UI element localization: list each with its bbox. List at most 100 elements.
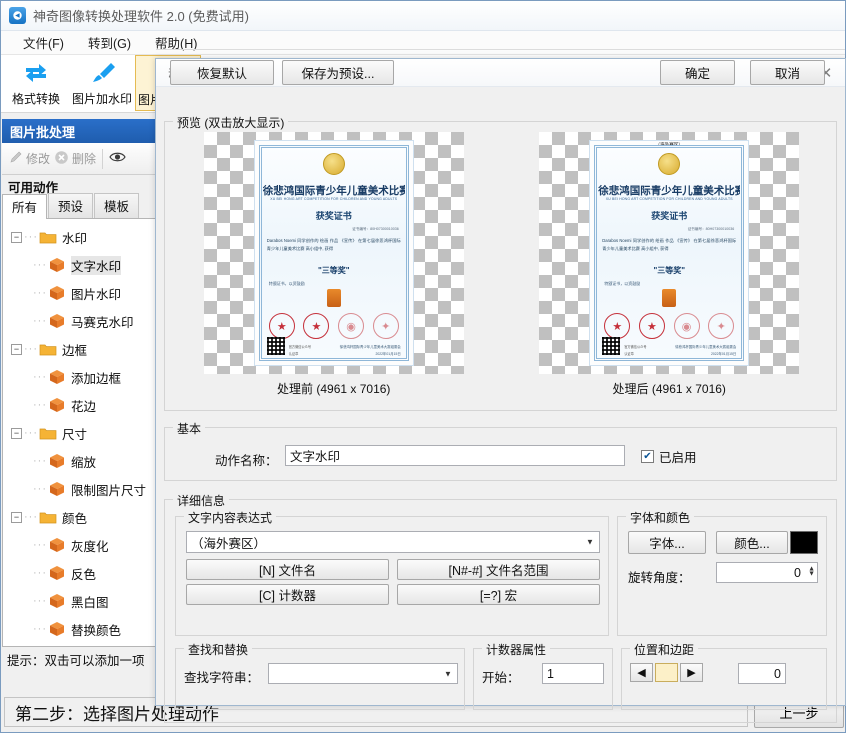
color-button[interactable]: 颜色...	[716, 531, 788, 554]
box-icon	[48, 592, 66, 610]
collapse-icon[interactable]: −	[11, 231, 22, 243]
enabled-checkbox[interactable]: ✔	[641, 450, 654, 463]
spinner-arrows-icon[interactable]: ▲ ▼	[808, 565, 815, 578]
seal-icon: ★	[303, 313, 330, 339]
preview-group: 预览 (双击放大显示) 徐悲鸿国际青少年儿童美术比赛 XU BEI HONG A…	[164, 114, 838, 411]
tree-item-grayscale[interactable]: ··· 灰度化	[3, 531, 161, 559]
certificate-footer-left-2: 认证章	[624, 352, 634, 356]
insert-macro-button[interactable]: [=?] 宏	[397, 584, 600, 605]
certificate-number: 证书编号：80H07300010036	[352, 227, 399, 231]
preview-eye-button[interactable]	[109, 150, 126, 167]
tree-line: ···	[33, 315, 47, 327]
toolbar-add-watermark[interactable]: 图片加水印	[69, 55, 135, 111]
certificate-heading: 获奖证书	[651, 211, 688, 221]
tab-all[interactable]: 所有	[2, 194, 48, 219]
tree-item-mosaic-watermark[interactable]: ··· 马赛克水印	[3, 307, 161, 335]
detail-group: 详细信息 文字内容表达式 （海外赛区） ▼ [N] 文件名 [N#-#] 文件名…	[164, 492, 837, 723]
tree-folder-border[interactable]: − ··· 边框	[3, 335, 161, 363]
collapse-icon[interactable]: −	[11, 343, 22, 355]
tree-line: ···	[24, 511, 38, 523]
toolbar-add-watermark-label: 图片加水印	[71, 92, 132, 106]
collapse-icon[interactable]: −	[11, 511, 22, 523]
chevron-down-icon[interactable]: ▼	[583, 538, 597, 547]
tab-presets[interactable]: 预设	[48, 193, 94, 218]
insert-filename-range-button[interactable]: [N#-#] 文件名范围	[397, 559, 600, 580]
tree-item-scale[interactable]: ··· 缩放	[3, 447, 161, 475]
box-icon	[48, 564, 66, 582]
folder-icon	[39, 510, 57, 524]
tree-folder-color[interactable]: − ··· 颜色	[3, 503, 161, 531]
certificate-footer-right-2: 2022年01月15日	[710, 352, 737, 356]
tree-item-replace-color[interactable]: ··· 替换颜色	[3, 615, 161, 643]
app-logo-icon	[9, 7, 26, 24]
left-panel-toolbar: 修改 删除	[2, 143, 162, 175]
certificate-figure	[662, 289, 677, 307]
tree-line: ···	[33, 455, 47, 467]
tree-item-text-watermark[interactable]: ··· 文字水印	[3, 251, 161, 279]
tree-item-black-white[interactable]: ··· 黑白图	[3, 587, 161, 615]
tree-item-lace[interactable]: ··· 花边	[3, 391, 161, 419]
counter-start-label: 开始：	[482, 671, 520, 685]
tree-item-add-border[interactable]: ··· 添加边框	[3, 363, 161, 391]
tree-item-invert[interactable]: ··· 反色	[3, 559, 161, 587]
menu-goto[interactable]: 转到(G)	[76, 30, 143, 55]
tree-line: ···	[33, 287, 47, 299]
certificate-body: Darabos Noemi 同学创作的 绘画 作品 《宣传》 在第七届徐悲鸿杯国…	[266, 238, 401, 251]
tree-item-image-watermark[interactable]: ··· 图片水印	[3, 279, 161, 307]
tree-item-lace-label: 花边	[71, 399, 97, 414]
tree-item-text-watermark-label: 文字水印	[71, 255, 122, 275]
certificate-footer-right-2: 2022年01月15日	[375, 352, 401, 356]
restore-default-button[interactable]: 恢复默认	[170, 60, 274, 85]
tree-item-grayscale-label: 灰度化	[71, 539, 109, 554]
seal-icon: ★	[638, 313, 665, 339]
tree-item-replace-color-label: 替换颜色	[71, 623, 122, 638]
action-tree[interactable]: − ··· 水印 ··· 文字水印 ··· 图片水印 ··· 马赛克水印 − ·…	[2, 219, 162, 647]
toolbar-format-convert-label: 格式转换	[11, 92, 60, 106]
tree-folder-border-label: 边框	[62, 343, 88, 358]
align-center-button[interactable]	[655, 663, 678, 682]
detail-group-title: 详细信息	[173, 492, 230, 509]
align-right-button[interactable]: ▶	[680, 663, 703, 682]
certificate-footer-left-2: 认证章	[288, 352, 299, 356]
insert-filename-button[interactable]: [N] 文件名	[186, 559, 389, 580]
font-button[interactable]: 字体...	[628, 531, 706, 554]
eye-icon	[109, 150, 126, 167]
color-swatch[interactable]	[790, 531, 818, 554]
rotation-spinner[interactable]: 0 ▲ ▼	[716, 562, 818, 583]
counter-start-input[interactable]: 1	[542, 663, 604, 684]
cancel-button[interactable]: 取消	[750, 60, 825, 85]
save-preset-button[interactable]: 保存为预设...	[282, 60, 394, 85]
transparency-checker: （海外赛区） 徐悲鸿国际青少年儿童美术比赛 XU BEI HONG ART CO…	[539, 132, 800, 374]
brush-icon	[88, 58, 116, 88]
insert-counter-button[interactable]: [C] 计数器	[186, 584, 389, 605]
delete-action-button[interactable]: 删除	[54, 150, 96, 168]
margin-input[interactable]: 0	[738, 663, 786, 684]
toolbar-format-convert[interactable]: 格式转换	[3, 55, 69, 111]
tree-folder-watermark[interactable]: − ··· 水印	[3, 223, 161, 251]
text-expression-combo[interactable]: （海外赛区） ▼	[186, 531, 600, 553]
ok-button[interactable]: 确定	[660, 60, 735, 85]
tree-item-limit-size[interactable]: ··· 限制图片尺寸	[3, 475, 161, 503]
box-icon	[48, 312, 66, 330]
delete-circle-icon	[54, 150, 69, 168]
align-left-button[interactable]: ◀	[630, 663, 653, 682]
tree-hint: 提示：双击可以添加一项	[2, 647, 162, 671]
preview-after-pane[interactable]: （海外赛区） 徐悲鸿国际青少年儿童美术比赛 XU BEI HONG ART CO…	[502, 129, 838, 377]
tree-line: ···	[33, 399, 47, 411]
seal-icon: ★	[268, 313, 295, 339]
position-margin-title: 位置和边距	[630, 641, 699, 658]
delete-action-label: 删除	[72, 152, 97, 166]
tab-templates[interactable]: 模板	[94, 193, 140, 218]
transparency-checker: 徐悲鸿国际青少年儿童美术比赛 XU BEI HONG ART COMPETITI…	[203, 132, 464, 374]
enabled-checkbox-wrapper[interactable]: ✔ 已启用	[641, 447, 697, 466]
certificate-image: 徐悲鸿国际青少年儿童美术比赛 XU BEI HONG ART COMPETITI…	[253, 140, 414, 366]
find-string-combo[interactable]: ▼	[268, 663, 458, 684]
edit-action-button[interactable]: 修改	[8, 150, 50, 168]
collapse-icon[interactable]: −	[11, 427, 22, 439]
preview-before-pane[interactable]: 徐悲鸿国际青少年儿童美术比赛 XU BEI HONG ART COMPETITI…	[166, 129, 502, 377]
action-name-input[interactable]: 文字水印	[285, 445, 625, 466]
menu-file[interactable]: 文件(F)	[11, 30, 76, 55]
certificate-note: 特颁证书，以资鼓励	[268, 281, 305, 286]
tree-folder-size[interactable]: − ··· 尺寸	[3, 419, 161, 447]
chevron-down-icon[interactable]: ▼	[441, 669, 455, 678]
